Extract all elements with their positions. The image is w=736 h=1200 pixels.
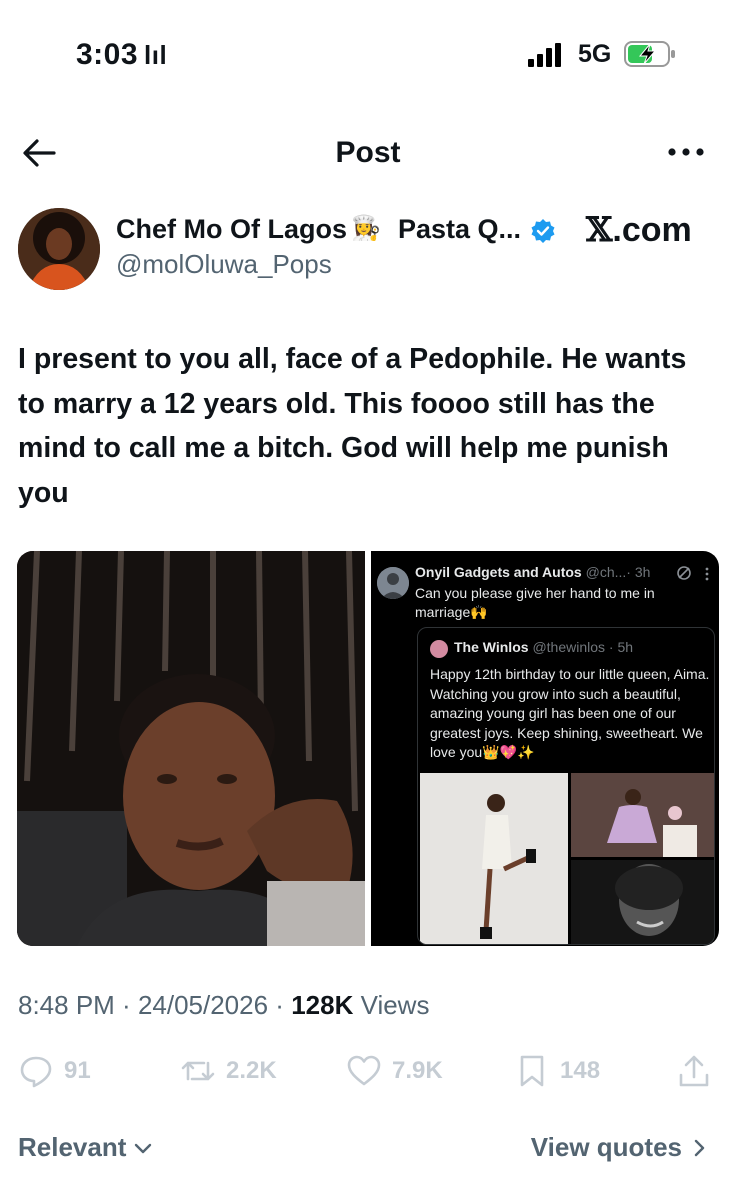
post-image-screenshot[interactable]: Onyil Gadgets and Autos @ch...· 3h Can y… bbox=[371, 551, 719, 946]
sort-replies-dropdown[interactable]: Relevant bbox=[18, 1132, 154, 1163]
reply-count: 91 bbox=[64, 1057, 91, 1084]
author-handle[interactable]: @molOluwa_Pops bbox=[116, 249, 332, 280]
post-text: I present to you all, face of a Pedophil… bbox=[18, 343, 687, 509]
network-type: 5G bbox=[578, 40, 612, 68]
quoted-photo-portrait bbox=[571, 860, 714, 944]
share-icon bbox=[679, 1055, 709, 1087]
post-image-selfie[interactable] bbox=[17, 551, 365, 946]
bookmark-icon bbox=[520, 1055, 544, 1087]
quoted-photo-sitting bbox=[571, 773, 714, 857]
action-bar: 91 2.2K 7.9K 148 bbox=[0, 1048, 736, 1098]
embedded-time: · 3h bbox=[626, 564, 651, 580]
verified-badge-icon bbox=[531, 219, 555, 243]
status-activity-icon: lıl bbox=[144, 40, 168, 70]
quoted-avatar bbox=[430, 640, 448, 658]
battery-charging-icon bbox=[624, 41, 675, 67]
page-title: Post bbox=[335, 136, 401, 169]
source-watermark: 𝕏.com bbox=[586, 210, 692, 250]
bookmark-count: 148 bbox=[560, 1057, 601, 1084]
quoted-time: · 5h bbox=[608, 639, 634, 655]
quoted-handle: @thewinlos bbox=[532, 639, 606, 655]
share-button[interactable] bbox=[676, 1048, 722, 1094]
embedded-header: Onyil Gadgets and Autos @ch...· 3h bbox=[415, 564, 715, 580]
reply-button[interactable]: 91 bbox=[18, 1048, 91, 1094]
x-logo-icon: 𝕏 bbox=[586, 210, 613, 250]
views-label: Views bbox=[353, 990, 430, 1020]
view-quotes-label: View quotes bbox=[530, 1132, 682, 1162]
embedded-handle: @ch... bbox=[585, 564, 627, 580]
embedded-name: Onyil Gadgets and Autos bbox=[415, 564, 582, 580]
quoted-post: The Winlos @thewinlos · 5h Happy 12th bi… bbox=[417, 627, 715, 945]
cellular-signal-icon bbox=[528, 43, 561, 67]
chevron-right-icon bbox=[694, 1139, 705, 1156]
avatar[interactable] bbox=[18, 208, 100, 290]
sort-label: Relevant bbox=[18, 1132, 127, 1162]
embedded-more-icon bbox=[705, 567, 709, 581]
grok-icon bbox=[677, 566, 691, 580]
view-quotes-link[interactable]: View quotes bbox=[531, 1132, 710, 1163]
status-bar: 3:03 lıl 5G bbox=[0, 0, 736, 110]
chef-emoji-icon: 👩‍🍳 bbox=[351, 215, 381, 242]
embedded-avatar bbox=[377, 567, 409, 599]
repost-icon bbox=[181, 1061, 215, 1081]
bookmark-button[interactable]: 148 bbox=[514, 1048, 600, 1094]
author-name[interactable]: Chef Mo Of Lagos bbox=[116, 214, 347, 245]
post-time: 8:48 PM bbox=[18, 990, 115, 1020]
author-name-suffix[interactable]: Pasta Q... bbox=[398, 214, 521, 245]
views-count[interactable]: 128K bbox=[291, 990, 353, 1020]
replies-toolbar: Relevant View quotes bbox=[0, 1128, 736, 1168]
reply-icon bbox=[20, 1056, 52, 1088]
post-author: Chef Mo Of Lagos 👩‍🍳 Pasta Q... @molOluw… bbox=[18, 205, 718, 295]
repost-count: 2.2K bbox=[226, 1057, 277, 1084]
post-header: Post bbox=[0, 125, 736, 181]
repost-button[interactable]: 2.2K bbox=[180, 1048, 277, 1094]
status-time: 3:03 lıl bbox=[76, 38, 168, 71]
like-count: 7.9K bbox=[392, 1057, 443, 1084]
post-date: 24/05/2026 bbox=[137, 990, 269, 1020]
more-horizontal-icon[interactable] bbox=[666, 139, 706, 165]
heart-icon bbox=[347, 1055, 381, 1086]
quoted-header: The Winlos @thewinlos · 5h bbox=[454, 639, 633, 655]
quoted-photo-standing bbox=[420, 773, 568, 944]
embedded-text: Can you please give her hand to me in ma… bbox=[415, 585, 655, 620]
chevron-down-icon bbox=[135, 1143, 152, 1153]
like-button[interactable]: 7.9K bbox=[346, 1048, 443, 1094]
quoted-name: The Winlos bbox=[454, 639, 529, 655]
quoted-text: Happy 12th birthday to our little queen,… bbox=[430, 666, 710, 760]
post-meta: 8:48 PM · 24/05/2026 · 128K Views bbox=[18, 990, 430, 1020]
